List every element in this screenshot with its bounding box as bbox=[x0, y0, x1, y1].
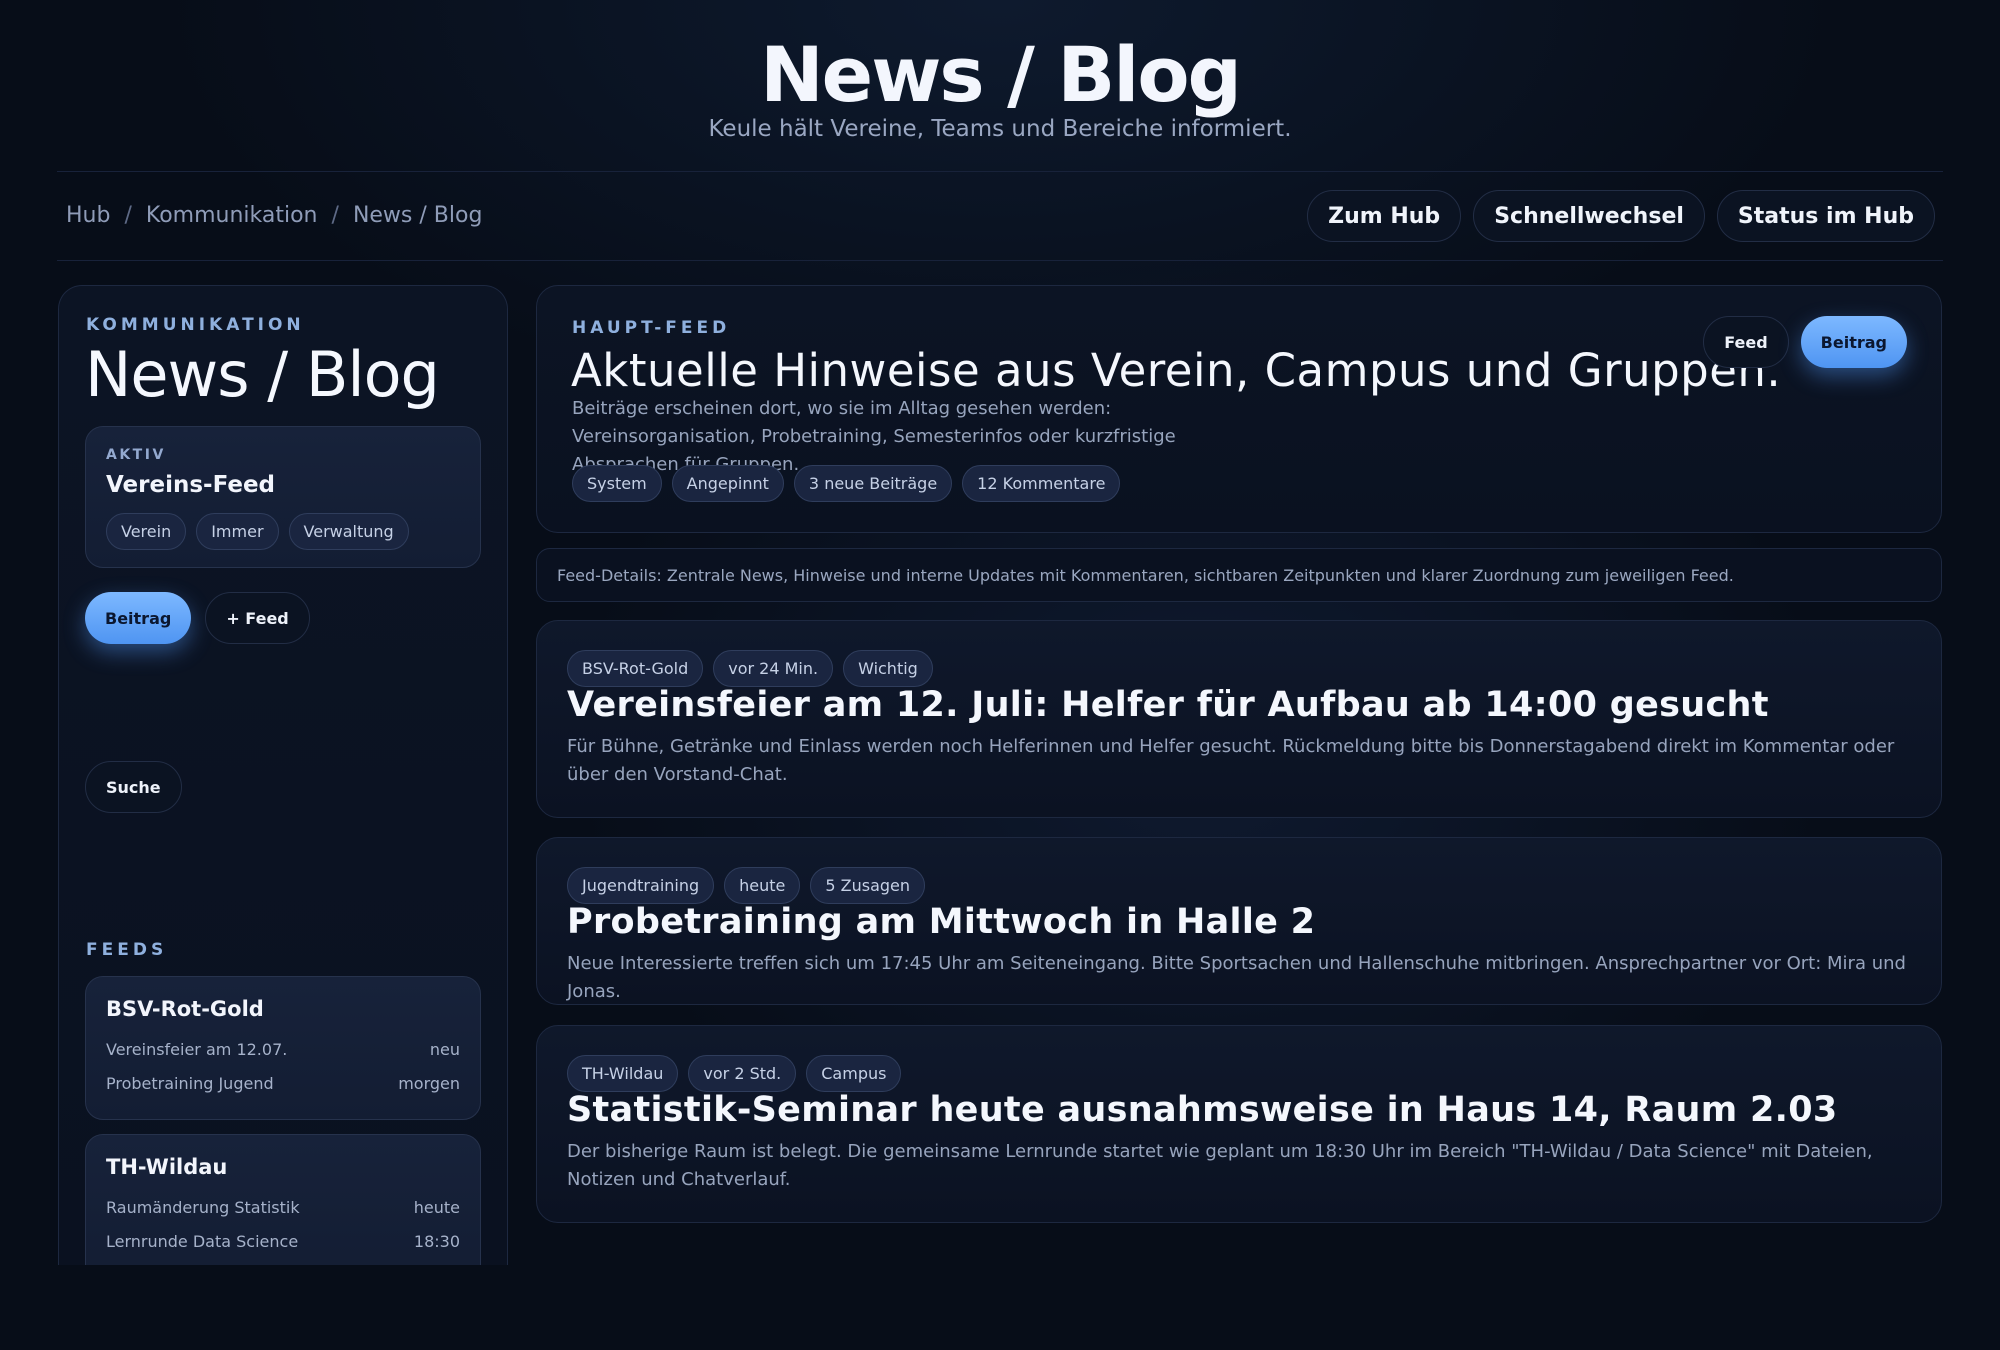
add-feed-button[interactable]: + Feed bbox=[205, 592, 310, 644]
search-button[interactable]: Suche bbox=[85, 761, 182, 813]
feed-card-bsv-rot-gold[interactable]: BSV-Rot-Gold Vereinsfeier am 12.07. neu … bbox=[85, 976, 481, 1120]
breadcrumb: Hub / Kommunikation / News / Blog bbox=[66, 203, 482, 228]
tag-chip: 3 neue Beiträge bbox=[793, 465, 953, 502]
post-title: Vereinsfeier am 12. Juli: Helfer für Auf… bbox=[567, 685, 1769, 725]
post-body: Neue Interessierte treffen sich um 17:45… bbox=[567, 953, 1906, 1002]
new-post-button[interactable]: Beitrag bbox=[85, 592, 192, 644]
sidebar-eyebrow: KOMMUNIKATION bbox=[86, 315, 305, 335]
feed-item-meta: neu bbox=[429, 1040, 460, 1059]
tag-chip: Wichtig bbox=[843, 650, 933, 687]
active-feed-name: Vereins-Feed bbox=[106, 472, 276, 498]
sidebar-title: News / Blog bbox=[85, 338, 440, 411]
active-label: AKTIV bbox=[106, 447, 166, 463]
tag-chip: 12 Kommentare bbox=[962, 465, 1121, 502]
tag-chip: Verein bbox=[106, 513, 187, 550]
breadcrumb-kommunikation[interactable]: Kommunikation bbox=[146, 203, 318, 228]
feed-item-meta: morgen bbox=[398, 1074, 460, 1093]
view-switch: Feed Beitrag bbox=[1703, 316, 1907, 368]
post-title: Probetraining am Mittwoch in Halle 2 bbox=[567, 902, 1316, 942]
post-body: Der bisherige Raum ist belegt. Die gemei… bbox=[567, 1141, 1873, 1190]
top-actions: Zum Hub Schnellwechsel Status im Hub bbox=[1307, 190, 1935, 242]
tag-chip: 5 Zusagen bbox=[810, 867, 926, 904]
active-feed-card[interactable]: AKTIV Vereins-Feed Verein Immer Verwaltu… bbox=[85, 426, 481, 568]
feed-card-th-wildau[interactable]: TH-Wildau Raumänderung Statistik heute L… bbox=[85, 1134, 481, 1265]
hero-tags: System Angepinnt 3 neue Beiträge 12 Komm… bbox=[572, 465, 1121, 502]
feed-item[interactable]: Vereinsfeier am 12.07. neu bbox=[106, 1040, 460, 1059]
hero-eyebrow: HAUPT-FEED bbox=[572, 318, 731, 338]
page: News / Blog Keule hält Vereine, Teams un… bbox=[0, 0, 2000, 1350]
post-card[interactable]: BSV-Rot-Gold vor 24 Min. Wichtig Vereins… bbox=[536, 620, 1942, 818]
view-feed-button[interactable]: Feed bbox=[1703, 316, 1789, 368]
post-card[interactable]: TH-Wildau vor 2 Std. Campus Statistik-Se… bbox=[536, 1025, 1942, 1223]
view-post-button[interactable]: Beitrag bbox=[1800, 316, 1907, 368]
page-subtitle: Keule hält Vereine, Teams und Bereiche i… bbox=[708, 116, 1292, 142]
feed-item[interactable]: Probetraining Jugend morgen bbox=[106, 1074, 460, 1093]
sidebar: KOMMUNIKATION News / Blog AKTIV Vereins-… bbox=[58, 285, 508, 1265]
page-title: News / Blog bbox=[760, 30, 1242, 119]
tag-chip: heute bbox=[724, 867, 801, 904]
feed-item-meta: heute bbox=[413, 1198, 460, 1217]
feed-details: Feed-Details: Zentrale News, Hinweise un… bbox=[536, 548, 1942, 602]
feed-item-text: Probetraining Jugend bbox=[106, 1074, 274, 1093]
tag-chip: Immer bbox=[196, 513, 279, 550]
tag-chip: System bbox=[572, 465, 662, 502]
tag-chip: Campus bbox=[806, 1055, 902, 1092]
feed-item-text: Raumänderung Statistik bbox=[106, 1198, 300, 1217]
sidebar-actions: Beitrag + Feed bbox=[85, 592, 310, 644]
divider bbox=[57, 260, 1943, 261]
post-title: Statistik-Seminar heute ausnahmsweise in… bbox=[567, 1090, 1838, 1130]
schnellwechsel-button[interactable]: Schnellwechsel bbox=[1473, 190, 1705, 242]
tag-chip: BSV-Rot-Gold bbox=[567, 650, 704, 687]
feed-name: TH-Wildau bbox=[106, 1155, 228, 1179]
post-body: Für Bühne, Getränke und Einlass werden n… bbox=[567, 736, 1895, 785]
hero-title: Aktuelle Hinweise aus Verein, Campus und… bbox=[571, 344, 1782, 397]
tag-chip: TH-Wildau bbox=[567, 1055, 679, 1092]
divider bbox=[57, 171, 1943, 172]
post-tags: TH-Wildau vor 2 Std. Campus bbox=[567, 1055, 902, 1092]
feed-item-text: Vereinsfeier am 12.07. bbox=[106, 1040, 288, 1059]
status-im-hub-button[interactable]: Status im Hub bbox=[1716, 190, 1935, 242]
tag-chip: Jugendtraining bbox=[567, 867, 715, 904]
feed-item-meta: 18:30 bbox=[413, 1232, 460, 1251]
feeds-label: FEEDS bbox=[86, 940, 168, 960]
zum-hub-button[interactable]: Zum Hub bbox=[1307, 190, 1462, 242]
feed-item[interactable]: Raumänderung Statistik heute bbox=[106, 1198, 460, 1217]
main-feed-hero: HAUPT-FEED Aktuelle Hinweise aus Verein,… bbox=[536, 285, 1942, 533]
feed-item[interactable]: Lernrunde Data Science 18:30 bbox=[106, 1232, 460, 1251]
breadcrumb-separator: / bbox=[124, 203, 132, 228]
post-tags: BSV-Rot-Gold vor 24 Min. Wichtig bbox=[567, 650, 933, 687]
feed-name: BSV-Rot-Gold bbox=[106, 997, 264, 1021]
tag-chip: Angepinnt bbox=[671, 465, 784, 502]
breadcrumb-current: News / Blog bbox=[352, 203, 483, 228]
breadcrumb-hub[interactable]: Hub bbox=[66, 203, 110, 228]
post-card[interactable]: Jugendtraining heute 5 Zusagen Probetrai… bbox=[536, 837, 1942, 1005]
tag-chip: vor 24 Min. bbox=[713, 650, 834, 687]
active-feed-tags: Verein Immer Verwaltung bbox=[106, 513, 409, 550]
tag-chip: vor 2 Std. bbox=[688, 1055, 797, 1092]
breadcrumb-separator: / bbox=[331, 203, 339, 228]
post-tags: Jugendtraining heute 5 Zusagen bbox=[567, 867, 926, 904]
tag-chip: Verwaltung bbox=[288, 513, 409, 550]
feed-item-text: Lernrunde Data Science bbox=[106, 1232, 299, 1251]
